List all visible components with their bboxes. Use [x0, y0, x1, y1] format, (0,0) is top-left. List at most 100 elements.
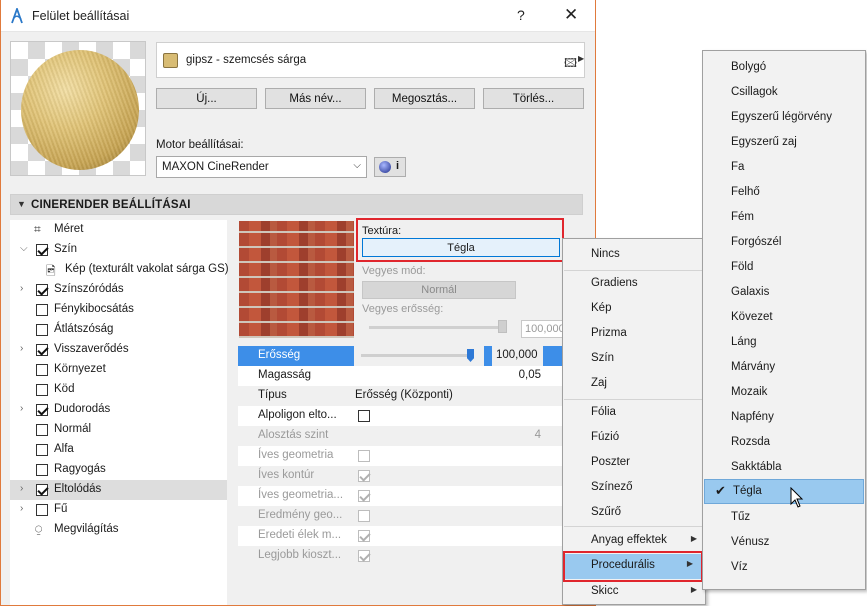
menu-item-effects[interactable]: Anyag effektek ▶	[563, 529, 705, 553]
tree-item-bump[interactable]: › Dudorodás	[10, 400, 227, 420]
tree-item-transparency[interactable]: Átlátszóság	[10, 320, 227, 340]
menu-item-cloud[interactable]: Felhő	[703, 181, 865, 205]
slider-thumb[interactable]	[467, 349, 474, 362]
checkbox[interactable]	[36, 244, 48, 256]
menu-item-noise[interactable]: Zaj	[563, 372, 705, 396]
blend-mode-button[interactable]: Normál	[362, 281, 516, 299]
tree-item-color[interactable]: ⌵ Szín	[10, 240, 227, 260]
checkbox[interactable]	[36, 504, 48, 516]
checkbox[interactable]	[36, 364, 48, 376]
help-button[interactable]: ?	[517, 7, 525, 23]
menu-item-venus[interactable]: Vénusz	[703, 531, 865, 555]
cinerender-section-header[interactable]: ▼ CINERENDER BEÁLLÍTÁSAI	[10, 194, 583, 215]
tree-item-fog[interactable]: Köd	[10, 380, 227, 400]
strength-value[interactable]: 100,000	[496, 349, 538, 361]
menu-item-gradient[interactable]: Gradiens	[563, 272, 705, 296]
menu-item-planet[interactable]: Bolygó	[703, 56, 865, 80]
close-button[interactable]: ✕	[564, 5, 578, 25]
menu-item-checkerboard[interactable]: Sakktábla	[703, 456, 865, 480]
checkbox[interactable]	[358, 410, 370, 422]
property-label: Íves geometria	[258, 449, 334, 461]
new-button[interactable]: Új...	[156, 88, 257, 109]
height-value[interactable]: 0,05	[519, 369, 541, 381]
size-icon: ⌗	[34, 222, 41, 236]
tree-item-image[interactable]: 🖻 Kép (texturált vakolat sárga GS)	[10, 260, 229, 280]
menu-item-pavement[interactable]: Kövezet	[703, 306, 865, 330]
material-selector[interactable]: gipsz - szemcsés sárga 🖾 ▶	[156, 42, 585, 78]
tree-item-environment[interactable]: Környezet	[10, 360, 227, 380]
menu-item-tiles[interactable]: Mozaik	[703, 381, 865, 405]
checkbox[interactable]	[36, 484, 48, 496]
collapse-icon[interactable]: ▼	[17, 199, 26, 209]
menu-item-rust[interactable]: Rozsda	[703, 431, 865, 455]
subpolygon-row[interactable]: Alpoligon elto...	[238, 406, 563, 426]
chevron-right-icon[interactable]: ›	[20, 283, 30, 294]
menu-item-none[interactable]: Nincs	[563, 243, 705, 267]
menu-item-color[interactable]: Szín	[563, 347, 705, 371]
menu-item-label: Fém	[731, 211, 754, 223]
rename-button[interactable]: Más név...	[265, 88, 366, 109]
checkbox[interactable]	[36, 404, 48, 416]
menu-item-cyclone[interactable]: Forgószél	[703, 231, 865, 255]
menu-item-colorizer[interactable]: Színező	[563, 476, 705, 500]
chevron-right-icon[interactable]: ›	[20, 403, 30, 414]
menu-item-image[interactable]: Kép	[563, 297, 705, 321]
type-row[interactable]: Típus Erősség (Központi)	[238, 386, 563, 406]
menu-item-stars[interactable]: Csillagok	[703, 81, 865, 105]
menu-item-filter[interactable]: Szűrő	[563, 501, 705, 525]
tree-item-grass[interactable]: › Fű	[10, 500, 227, 520]
menu-item-metal[interactable]: Fém	[703, 206, 865, 230]
checkbox[interactable]	[36, 444, 48, 456]
menu-item-fire[interactable]: Tűz	[703, 506, 865, 530]
strength-row[interactable]: Erősség 100,000	[238, 346, 563, 366]
tree-item-diffusion[interactable]: › Színszóródás	[10, 280, 227, 300]
menu-item-posterizer[interactable]: Poszter	[563, 451, 705, 475]
height-row[interactable]: Magasság 0,05	[238, 366, 563, 386]
checkbox[interactable]	[36, 324, 48, 336]
tree-item-size[interactable]: ⌗ Méret	[10, 220, 227, 240]
menu-item-simple-turbulence[interactable]: Egyszerű légörvény	[703, 106, 865, 130]
chevron-right-icon[interactable]: ▶	[578, 54, 584, 63]
tree-item-alpha[interactable]: Alfa	[10, 440, 227, 460]
menu-item-flame[interactable]: Láng	[703, 331, 865, 355]
blend-strength-field[interactable]: 100,000	[521, 320, 565, 338]
share-button[interactable]: Megosztás...	[374, 88, 475, 109]
checkbox[interactable]	[36, 304, 48, 316]
chevron-right-icon[interactable]: ›	[20, 343, 30, 354]
menu-item-earth[interactable]: Föld	[703, 256, 865, 280]
engine-info-button[interactable]: i	[374, 157, 406, 177]
menu-item-label: Fa	[731, 161, 745, 173]
checkbox[interactable]	[36, 464, 48, 476]
menu-item-prism[interactable]: Prizma	[563, 322, 705, 346]
menu-item-water[interactable]: Víz	[703, 556, 865, 580]
menu-item-fusion[interactable]: Fúzió	[563, 426, 705, 450]
menu-item-sketch[interactable]: Skicc ▶	[563, 580, 705, 604]
slider-thumb[interactable]	[498, 320, 507, 333]
tree-item-normal[interactable]: Normál	[10, 420, 227, 440]
delete-button[interactable]: Törlés...	[483, 88, 584, 109]
blend-strength-slider[interactable]	[369, 326, 506, 329]
checkbox[interactable]	[36, 424, 48, 436]
tree-item-reflection[interactable]: › Visszaverődés	[10, 340, 227, 360]
property-label: Legjobb kioszt...	[258, 549, 342, 561]
checkbox[interactable]	[36, 284, 48, 296]
menu-item-layer[interactable]: Fólia	[563, 401, 705, 425]
chevron-down-icon[interactable]: ⌵	[20, 243, 30, 254]
menu-item-wood[interactable]: Fa	[703, 156, 865, 180]
type-value[interactable]: Erősség (Központi)	[355, 389, 453, 401]
menu-item-galaxy[interactable]: Galaxis	[703, 281, 865, 305]
engine-select[interactable]: MAXON CineRender ⌵	[156, 156, 367, 178]
material-catalog-icon[interactable]: 🖾	[564, 54, 577, 75]
checkbox[interactable]	[36, 384, 48, 396]
menu-item-sunburst[interactable]: Napfény	[703, 406, 865, 430]
chevron-right-icon[interactable]: ›	[20, 503, 30, 514]
chevron-right-icon[interactable]: ›	[20, 483, 30, 494]
tree-item-displacement[interactable]: › Eltolódás	[10, 480, 227, 500]
menu-item-simple-noise[interactable]: Egyszerű zaj	[703, 131, 865, 155]
menu-item-brick[interactable]: ✔ Tégla	[704, 479, 864, 504]
tree-item-glow[interactable]: Ragyogás	[10, 460, 227, 480]
checkbox[interactable]	[36, 344, 48, 356]
tree-item-illumination[interactable]: ⍜ Megvilágítás	[10, 520, 227, 540]
menu-item-marble[interactable]: Márvány	[703, 356, 865, 380]
tree-item-luminance[interactable]: Fénykibocsátás	[10, 300, 227, 320]
